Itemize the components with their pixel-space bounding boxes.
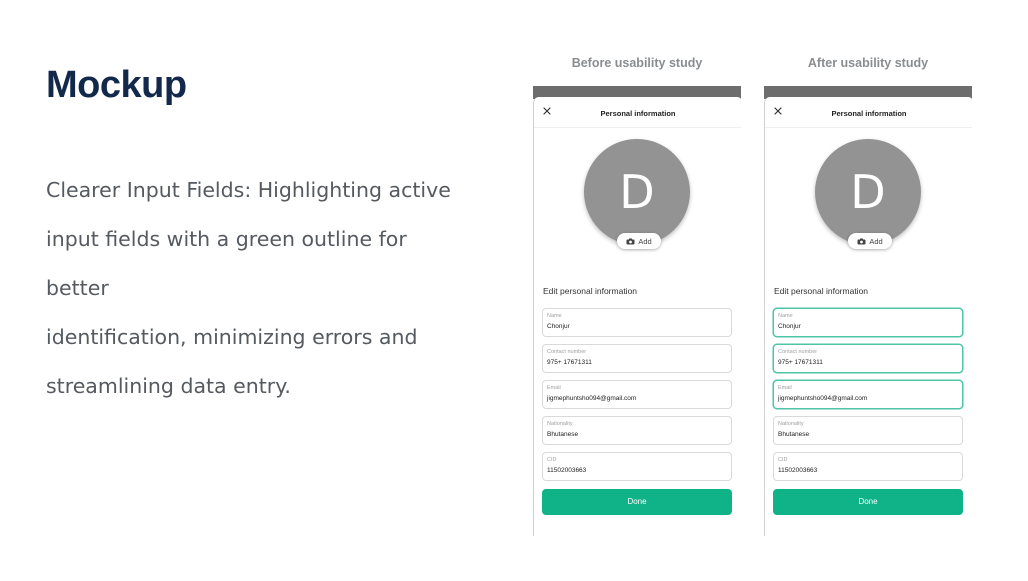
cid-field[interactable]: CID 11502003663 <box>542 452 732 481</box>
camera-icon <box>857 238 866 244</box>
name-field[interactable]: Name Chonjur <box>773 308 963 337</box>
done-button[interactable]: Done <box>542 489 732 515</box>
description-line: streamlining data entry. <box>46 374 291 398</box>
field-label: CID <box>778 457 788 463</box>
field-value: 11502003663 <box>547 467 587 474</box>
after-phone-mockup: Personal information D Add Edit personal… <box>764 86 972 536</box>
description-line: identification, minimizing errors and <box>46 325 418 349</box>
field-label: Contact number <box>547 349 587 355</box>
field-value: 975+ 17671311 <box>778 359 823 366</box>
field-label: Nationality <box>547 421 573 427</box>
field-value: Chonjur <box>778 323 801 330</box>
add-photo-button[interactable]: Add <box>617 233 661 249</box>
section-title: Edit personal information <box>543 286 638 296</box>
section-title: Edit personal information <box>774 286 869 296</box>
email-field[interactable]: Email jigmephuntsho094@gmail.com <box>542 380 732 409</box>
sheet-title: Personal information <box>831 109 907 118</box>
after-caption: After usability study <box>807 56 929 70</box>
field-label: CID <box>547 457 557 463</box>
field-label: Email <box>778 385 792 391</box>
add-photo-label: Add <box>638 236 652 246</box>
contact-number-field[interactable]: Contact number 975+ 17671311 <box>773 344 963 373</box>
add-photo-label: Add <box>869 236 883 246</box>
contact-number-field[interactable]: Contact number 975+ 17671311 <box>542 344 732 373</box>
cid-field[interactable]: CID 11502003663 <box>773 452 963 481</box>
field-label: Name <box>547 313 562 319</box>
field-label: Name <box>778 313 793 319</box>
personal-info-sheet: Personal information D Add Edit personal… <box>533 97 741 536</box>
nationality-field[interactable]: Nationality Bhutanese <box>542 416 732 445</box>
before-phone-mockup: Personal information D Add Edit personal… <box>533 86 741 536</box>
nationality-field[interactable]: Nationality Bhutanese <box>773 416 963 445</box>
field-label: Email <box>547 385 561 391</box>
add-photo-button[interactable]: Add <box>848 233 892 249</box>
slide-description: Clearer Input Fields: Highlighting activ… <box>46 166 466 411</box>
sheet-title: Personal information <box>600 109 676 118</box>
field-value: 975+ 17671311 <box>547 359 592 366</box>
done-button[interactable]: Done <box>773 489 963 515</box>
sheet-header: Personal information <box>765 97 972 128</box>
field-value: jigmephuntsho094@gmail.com <box>778 395 868 402</box>
avatar: D <box>815 139 921 245</box>
email-field[interactable]: Email jigmephuntsho094@gmail.com <box>773 380 963 409</box>
description-line: input fields with a green outline for be… <box>46 227 407 300</box>
before-caption: Before usability study <box>571 56 703 70</box>
avatar: D <box>584 139 690 245</box>
camera-icon <box>626 238 635 244</box>
field-value: jigmephuntsho094@gmail.com <box>547 395 637 402</box>
field-value: 11502003663 <box>778 467 818 474</box>
name-field[interactable]: Name Chonjur <box>542 308 732 337</box>
description-line: Clearer Input Fields: Highlighting activ… <box>46 178 451 202</box>
sheet-header: Personal information <box>534 97 741 128</box>
personal-info-sheet: Personal information D Add Edit personal… <box>764 97 972 536</box>
field-value: Bhutanese <box>778 431 810 438</box>
field-value: Bhutanese <box>547 431 579 438</box>
field-value: Chonjur <box>547 323 570 330</box>
field-label: Contact number <box>778 349 818 355</box>
field-label: Nationality <box>778 421 804 427</box>
slide-title: Mockup <box>46 64 187 106</box>
